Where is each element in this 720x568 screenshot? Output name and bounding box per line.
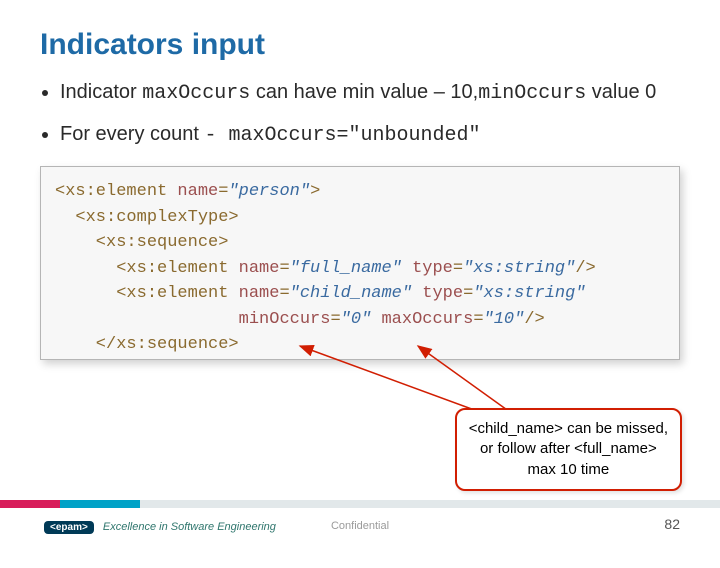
callout-line: max 10 time	[528, 461, 610, 478]
footer-color-bar	[0, 500, 720, 508]
text: value 0	[586, 81, 656, 103]
code-text: maxOccurs	[142, 82, 250, 105]
bullet-item: Indicator maxOccurs can have min value –…	[60, 78, 680, 108]
text: Indicator	[60, 81, 142, 103]
code-text: - maxOccurs="unbounded"	[205, 124, 481, 147]
callout-line: <child_name> can be missed,	[469, 420, 668, 437]
bullet-item: For every count - maxOccurs="unbounded"	[60, 120, 680, 150]
bullet-list: Indicator maxOccurs can have min value –…	[40, 78, 680, 150]
text: can have min value – 10,	[250, 81, 478, 103]
code-block: <xs:element name="person"> <xs:complexTy…	[40, 166, 680, 360]
code-text: minOccurs	[478, 82, 586, 105]
text: For every count	[60, 123, 205, 145]
callout-line: or follow after <full_name>	[480, 440, 657, 457]
callout-box: <child_name> can be missed, or follow af…	[455, 408, 682, 491]
slide-footer: <epam> Excellence in Software Engineerin…	[0, 500, 720, 540]
page-number: 82	[664, 516, 680, 532]
footer-confidential: Confidential	[0, 520, 720, 532]
slide-title: Indicators input	[40, 28, 680, 62]
